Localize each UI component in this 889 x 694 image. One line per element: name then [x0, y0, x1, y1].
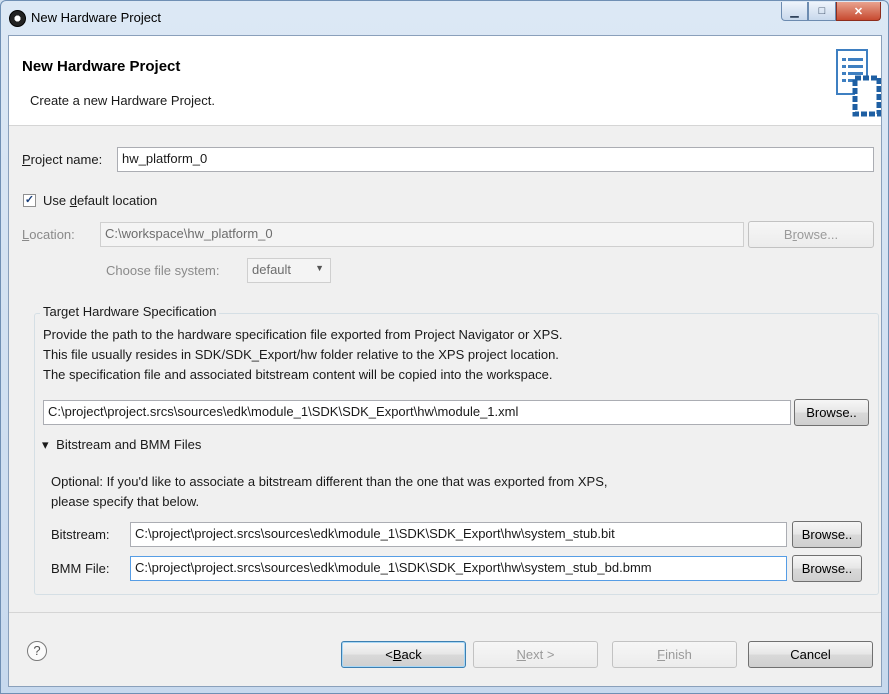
spec-description-line-2: This file usually resides in SDK/SDK_Exp… [43, 347, 559, 362]
bmm-file-input[interactable]: C:\project\project.srcs\sources\edk\modu… [130, 556, 787, 581]
dialog-window: New Hardware Project ▁ □ ✕ New Hardware … [0, 0, 889, 694]
location-label: Location: [22, 227, 75, 242]
finish-button[interactable]: Finish [612, 641, 737, 668]
dialog-body: New Hardware Project Create a new Hardwa… [8, 35, 882, 687]
bitstream-section-title: Bitstream and BMM Files [56, 437, 202, 452]
page-title: New Hardware Project [22, 58, 181, 75]
location-browse-button[interactable]: Br owse... [748, 221, 874, 248]
bmm-browse-button[interactable]: Browse.. [792, 555, 862, 582]
bmm-file-label: BMM File: [51, 561, 110, 576]
minimize-button[interactable]: ▁ [781, 2, 808, 21]
wizard-header: New Hardware Project Create a new Hardwa… [9, 36, 881, 126]
spec-description-line-1: Provide the path to the hardware specifi… [43, 327, 563, 342]
bitstream-section-toggle[interactable]: ▾ Bitstream and BMM Files [42, 437, 201, 453]
app-icon [9, 10, 26, 27]
bitstream-optional-line-2: please specify that below. [51, 494, 200, 509]
spec-description-line-3: The specification file and associated bi… [43, 367, 553, 382]
footer-separator [9, 612, 881, 613]
next-button[interactable]: Next > [473, 641, 598, 668]
spec-browse-button[interactable]: Browse.. [794, 399, 869, 426]
title-bar[interactable]: New Hardware Project ▁ □ ✕ [1, 1, 888, 35]
page-description: Create a new Hardware Project. [30, 93, 215, 108]
project-name-input[interactable]: hw_platform_0 [117, 147, 874, 172]
window-title: New Hardware Project [31, 10, 162, 25]
file-system-select[interactable]: default ▼ [247, 258, 331, 283]
file-system-label: Choose file system: [106, 263, 220, 278]
project-name-label: Project name: [22, 152, 103, 167]
back-button[interactable]: < Back [341, 641, 466, 668]
wizard-banner-icon [836, 49, 881, 117]
maximize-button[interactable]: □ [808, 2, 836, 21]
bitstream-label: Bitstream: [51, 527, 110, 542]
bitstream-input[interactable]: C:\project\project.srcs\sources\edk\modu… [130, 522, 787, 547]
location-input[interactable]: C:\workspace\hw_platform_0 [100, 222, 744, 247]
close-button[interactable]: ✕ [836, 2, 881, 21]
target-hardware-group-label: Target Hardware Specification [40, 304, 220, 319]
expand-arrow-icon: ▾ [42, 437, 49, 452]
use-default-location-checkbox[interactable]: ✓ [23, 194, 36, 207]
spec-path-input[interactable]: C:\project\project.srcs\sources\edk\modu… [43, 400, 791, 425]
use-default-location-label: Use default location [43, 193, 158, 208]
help-icon[interactable]: ? [27, 641, 47, 661]
bitstream-browse-button[interactable]: Browse.. [792, 521, 862, 548]
chevron-down-icon: ▼ [315, 263, 324, 273]
cancel-button[interactable]: Cancel [748, 641, 873, 668]
bitstream-optional-line-1: Optional: If you'd like to associate a b… [51, 474, 608, 489]
